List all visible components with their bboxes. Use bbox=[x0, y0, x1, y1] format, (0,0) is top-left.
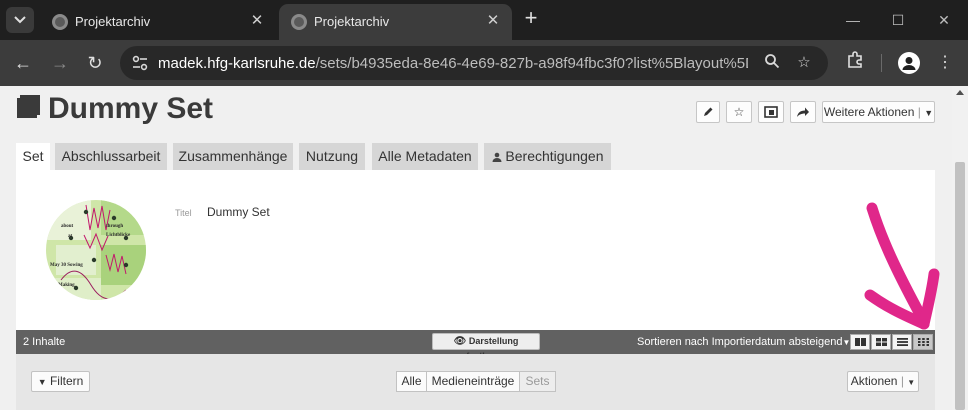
sort-label: Sortieren nach Importierdatum absteigend bbox=[637, 336, 843, 348]
minimize-icon[interactable]: — bbox=[843, 10, 863, 30]
window-close-icon[interactable]: ✕ bbox=[934, 10, 954, 30]
chevron-down-icon bbox=[14, 16, 26, 24]
browser-tab-active[interactable]: Projektarchiv ✕ bbox=[279, 4, 512, 40]
export-button[interactable] bbox=[758, 101, 784, 123]
page-scrollbar[interactable] bbox=[952, 86, 968, 410]
tab-nutzung[interactable]: Nutzung bbox=[299, 143, 365, 170]
scroll-up-arrow-icon[interactable] bbox=[956, 90, 964, 95]
maximize-icon[interactable]: ☐ bbox=[888, 10, 908, 30]
site-settings-icon[interactable] bbox=[130, 53, 150, 73]
segment-medieneintraege[interactable]: Medieneinträge bbox=[426, 371, 520, 392]
thumb-text: May 30 Sowing bbox=[50, 263, 83, 268]
bookmark-star-icon[interactable]: ☆ bbox=[794, 53, 814, 73]
caret-down-icon: ▼ bbox=[907, 378, 916, 387]
filter-funnel-icon: ▼ bbox=[37, 377, 47, 387]
extensions-icon[interactable] bbox=[843, 51, 867, 75]
thumb-text: about bbox=[61, 224, 74, 229]
meta-value-title: Dummy Set bbox=[207, 205, 270, 219]
pencil-icon bbox=[704, 107, 713, 116]
content-count: 2 Inhalte bbox=[23, 336, 66, 348]
profile-avatar-icon[interactable] bbox=[898, 52, 920, 74]
close-icon[interactable]: ✕ bbox=[484, 12, 502, 30]
more-actions-label: Weitere Aktionen bbox=[823, 105, 915, 119]
star-icon: ☆ bbox=[733, 105, 745, 119]
filter-bar: ▼ Filtern Alle Medieneinträge Sets Aktio… bbox=[16, 354, 935, 410]
toolbar-divider bbox=[881, 54, 882, 72]
thumb-text: through bbox=[106, 224, 123, 229]
address-bar[interactable]: madek.hfg-karlsruhe.de/sets/b4935eda-8e4… bbox=[120, 46, 828, 80]
url-host: madek.hfg-karlsruhe.de bbox=[158, 55, 316, 72]
filter-button[interactable]: ▼ Filtern bbox=[31, 371, 90, 392]
display-settings-button[interactable]: 👁 Darstellung festlegen bbox=[432, 333, 540, 361]
back-icon[interactable]: ← bbox=[10, 50, 36, 76]
set-overview-panel: about through at Lichtblicke May 30 Sowi… bbox=[16, 170, 935, 330]
actions-label: Aktionen bbox=[850, 374, 898, 388]
tab-berechtigungen-label: Berechtigungen bbox=[505, 148, 604, 164]
tab-search-button[interactable] bbox=[6, 7, 34, 33]
more-actions-dropdown[interactable]: Weitere Aktionen | ▼ bbox=[822, 101, 935, 123]
globe-icon bbox=[291, 14, 307, 30]
url-text[interactable]: madek.hfg-karlsruhe.de/sets/b4935eda-8e4… bbox=[158, 55, 748, 72]
thumb-text: Making bbox=[58, 283, 75, 288]
segment-alle[interactable]: Alle bbox=[396, 371, 427, 392]
browser-toolbar: ← → ↻ madek.hfg-karlsruhe.de/sets/b4935e… bbox=[0, 40, 968, 86]
scroll-thumb[interactable] bbox=[955, 162, 965, 410]
menu-kebab-icon[interactable]: ⋮ bbox=[933, 51, 957, 75]
tab-set[interactable]: Set bbox=[16, 143, 50, 170]
actions-dropdown[interactable]: Aktionen | ▼ bbox=[847, 371, 919, 392]
page-viewport: Dummy Set ☆ Weitere Aktionen | ▼ Set Abs… bbox=[0, 86, 952, 410]
set-icon bbox=[17, 95, 40, 118]
favorite-button[interactable]: ☆ bbox=[726, 101, 752, 123]
share-arrow-icon bbox=[797, 107, 809, 117]
tab-title: Projektarchiv bbox=[75, 14, 151, 29]
browser-tabstrip: Projektarchiv ✕ Projektarchiv ✕ + — ☐ ✕ bbox=[0, 0, 968, 40]
forward-icon[interactable]: → bbox=[47, 50, 73, 76]
close-icon[interactable]: ✕ bbox=[248, 12, 266, 30]
annotation-arrow bbox=[864, 202, 940, 330]
eye-icon: 👁 bbox=[453, 336, 467, 347]
browser-tab[interactable]: Projektarchiv ✕ bbox=[40, 4, 276, 40]
segment-sets[interactable]: Sets bbox=[519, 371, 556, 392]
export-icon bbox=[764, 106, 778, 118]
page-title: Dummy Set bbox=[48, 92, 214, 125]
tab-abschlussarbeit[interactable]: Abschlussarbeit bbox=[55, 143, 167, 170]
tab-berechtigungen[interactable]: Berechtigungen bbox=[484, 143, 611, 170]
tab-zusammenhaenge[interactable]: Zusammenhänge bbox=[173, 143, 293, 170]
share-button[interactable] bbox=[790, 101, 816, 123]
reload-icon[interactable]: ↻ bbox=[82, 50, 108, 76]
meta-key-title: Titel bbox=[175, 208, 192, 218]
user-icon bbox=[492, 152, 502, 162]
content-toolbar: 2 Inhalte 👁 Darstellung festlegen Sortie… bbox=[16, 330, 935, 361]
thumb-text: Lichtblicke bbox=[106, 233, 131, 238]
sort-dropdown[interactable]: Sortieren nach Importierdatum absteigend… bbox=[637, 336, 850, 348]
set-cover-image: about through at Lichtblicke May 30 Sowi… bbox=[46, 200, 146, 300]
globe-icon bbox=[52, 14, 68, 30]
thumb-text: at bbox=[68, 234, 73, 239]
new-tab-button[interactable]: + bbox=[520, 7, 542, 30]
zoom-icon[interactable] bbox=[762, 53, 782, 73]
tab-alle-metadaten[interactable]: Alle Metadaten bbox=[372, 143, 478, 170]
caret-down-icon: ▼ bbox=[924, 108, 934, 118]
edit-button[interactable] bbox=[696, 101, 720, 123]
url-path: /sets/b4935eda-8e46-4e69-827b-a98f94fbc3… bbox=[315, 55, 748, 72]
set-thumbnail[interactable]: about through at Lichtblicke May 30 Sowi… bbox=[46, 200, 146, 300]
tab-title: Projektarchiv bbox=[314, 14, 390, 29]
filter-label: Filtern bbox=[49, 374, 84, 388]
